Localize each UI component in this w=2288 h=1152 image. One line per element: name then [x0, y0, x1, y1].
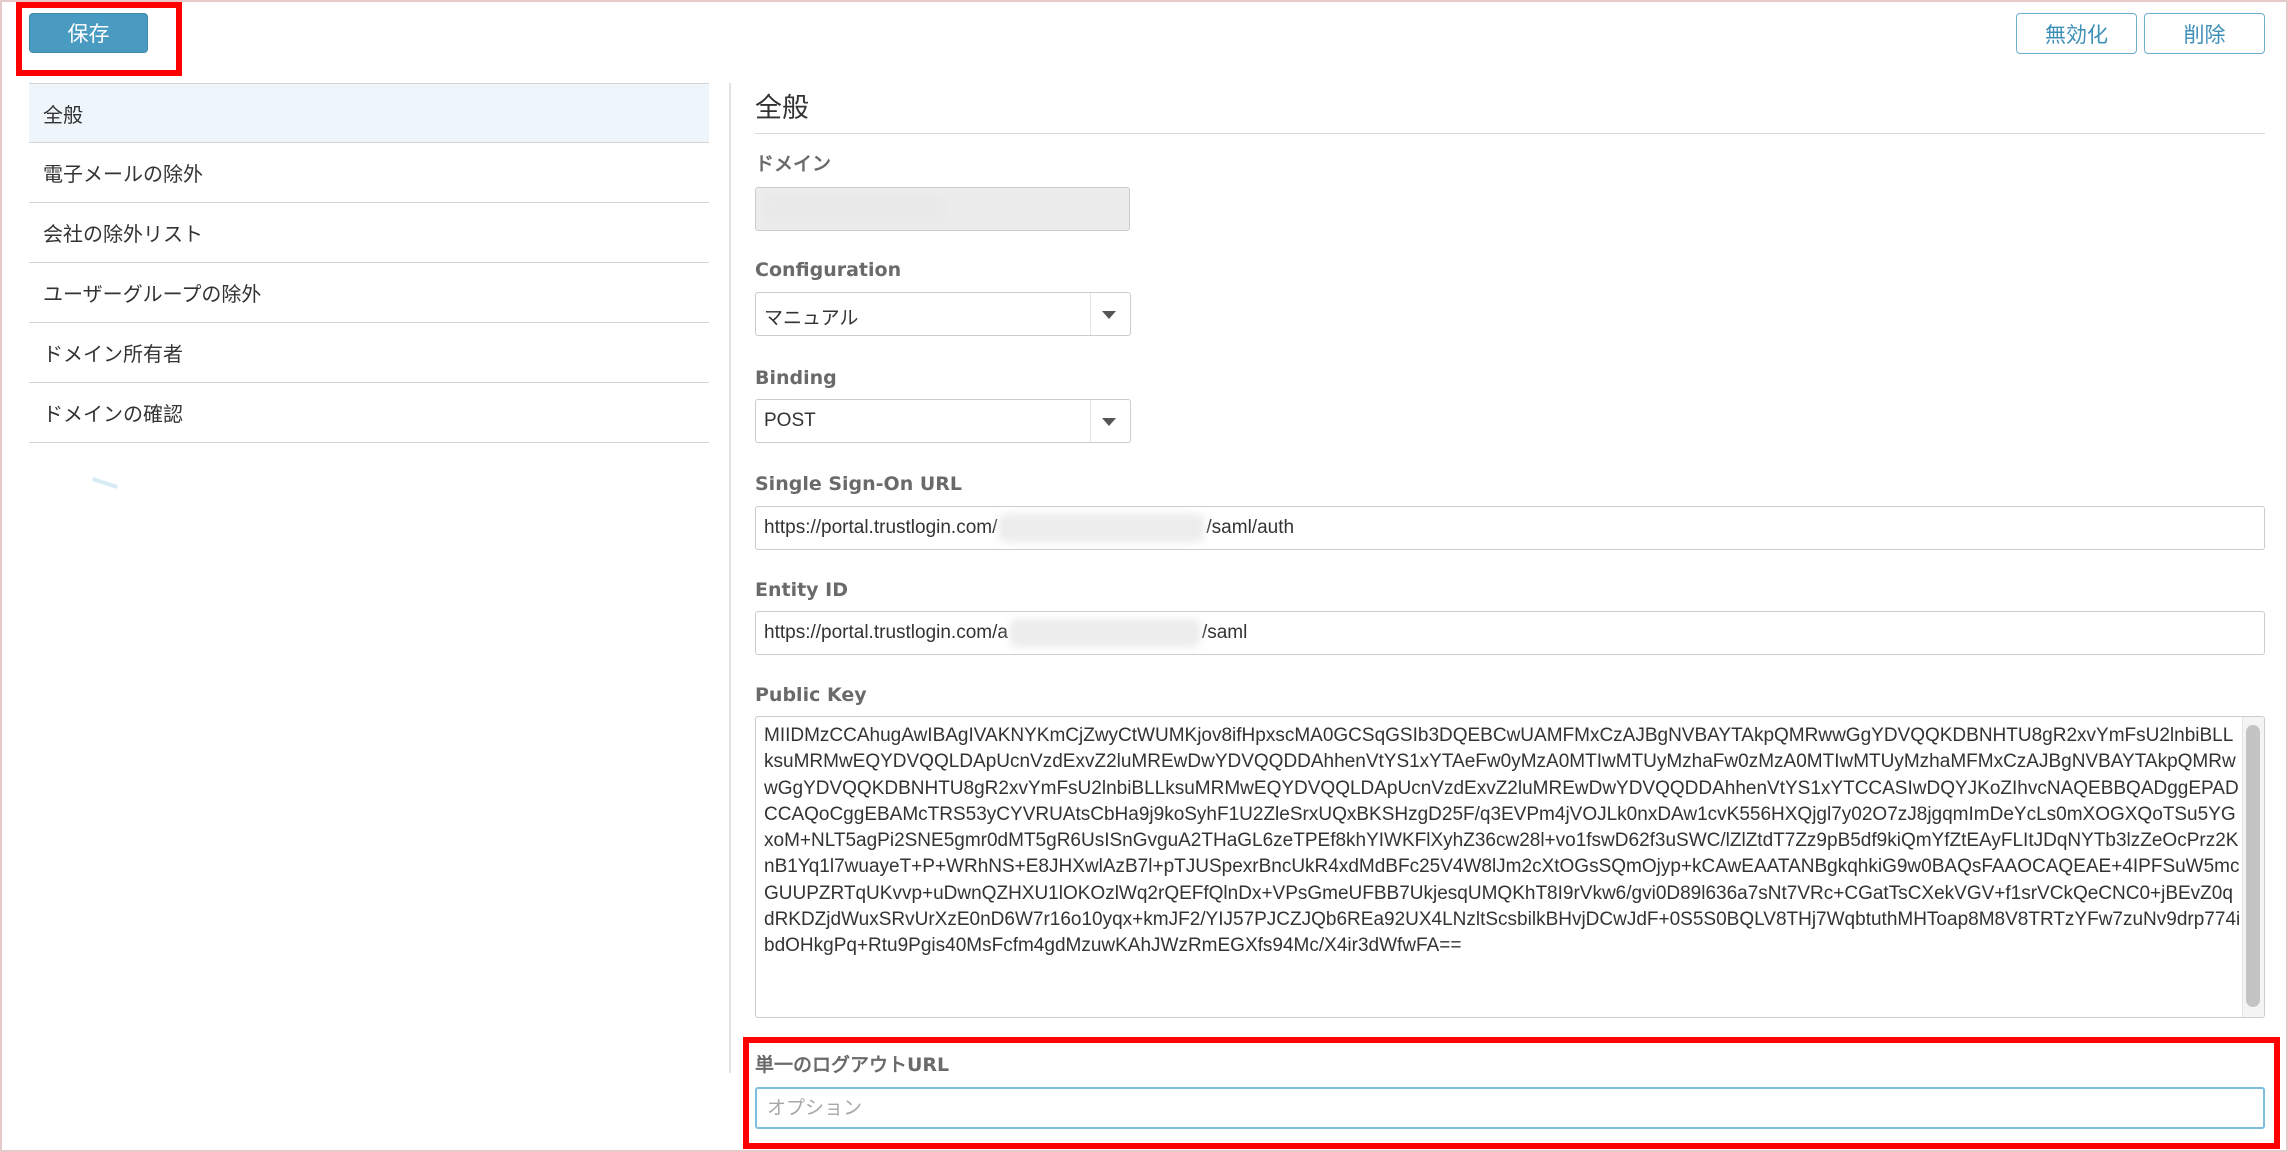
entity-id-prefix: https://portal.trustlogin.com/a — [764, 622, 1008, 643]
domain-label: ドメイン — [755, 153, 832, 175]
redacted-value — [764, 196, 944, 222]
public-key-value: MIIDMzCCAhugAwIBAgIVAKNYKmCjZwyCtWUMKjov… — [764, 725, 2241, 957]
binding-label: Binding — [755, 367, 837, 389]
chevron-down-icon — [1102, 311, 1116, 319]
sidebar-item-company-exclusion-list[interactable]: 会社の除外リスト — [29, 203, 709, 263]
sidebar-item-label: ドメインの確認 — [43, 402, 183, 426]
sso-url-label: Single Sign-On URL — [755, 473, 963, 495]
sidebar-item-label: 全般 — [43, 102, 83, 127]
scrollbar-thumb[interactable] — [2246, 725, 2260, 1007]
sidebar-item-label: ユーザーグループの除外 — [43, 282, 262, 306]
configuration-label: Configuration — [755, 259, 902, 281]
sidebar-item-label: ドメイン所有者 — [43, 342, 183, 366]
slo-url-input[interactable] — [755, 1087, 2265, 1129]
sidebar-item-domain-verification[interactable]: ドメインの確認 — [29, 383, 709, 443]
binding-value: POST — [764, 410, 816, 431]
scrollbar-track[interactable] — [2242, 717, 2264, 1017]
title-divider — [755, 133, 2265, 134]
sidebar-item-user-group-exclusions[interactable]: ユーザーグループの除外 — [29, 263, 709, 323]
redacted-value — [1009, 619, 1200, 647]
configuration-select[interactable]: マニュアル — [755, 292, 1131, 336]
sso-url-prefix: https://portal.trustlogin.com/ — [764, 517, 998, 538]
public-key-label: Public Key — [755, 684, 867, 706]
sidebar-item-label: 電子メールの除外 — [43, 162, 203, 186]
sso-url-suffix: /saml/auth — [1206, 517, 1295, 538]
redacted-value — [999, 514, 1205, 542]
sidebar-divider — [729, 83, 731, 1073]
delete-button[interactable]: 削除 — [2144, 13, 2265, 54]
save-button[interactable]: 保存 — [29, 13, 148, 53]
entity-id-suffix: /saml — [1201, 622, 1248, 643]
public-key-textarea[interactable]: MIIDMzCCAhugAwIBAgIVAKNYKmCjZwyCtWUMKjov… — [755, 716, 2265, 1018]
entity-id-label: Entity ID — [755, 579, 849, 601]
sidebar-item-email-exclusions[interactable]: 電子メールの除外 — [29, 143, 709, 203]
sidebar-item-general[interactable]: 全般 — [29, 83, 709, 143]
sidebar-item-label: 会社の除外リスト — [43, 222, 203, 246]
page-title: 全般 — [755, 93, 809, 124]
entity-id-field[interactable]: https://portal.trustlogin.com/a /saml — [755, 611, 2265, 655]
disable-button[interactable]: 無効化 — [2016, 13, 2137, 54]
slo-url-label: 単一のログアウトURL — [755, 1054, 950, 1076]
sidebar-item-domain-owners[interactable]: ドメイン所有者 — [29, 323, 709, 383]
chevron-down-icon — [1102, 418, 1116, 426]
configuration-value: マニュアル — [764, 308, 859, 329]
binding-select[interactable]: POST — [755, 399, 1131, 443]
select-caret-area — [1090, 400, 1130, 442]
sso-url-field[interactable]: https://portal.trustlogin.com/ /saml/aut… — [755, 506, 2265, 550]
select-caret-area — [1090, 293, 1130, 335]
domain-field — [755, 187, 1130, 231]
sidebar: 全般 電子メールの除外 会社の除外リスト ユーザーグループの除外 ドメイン所有者… — [29, 83, 709, 443]
